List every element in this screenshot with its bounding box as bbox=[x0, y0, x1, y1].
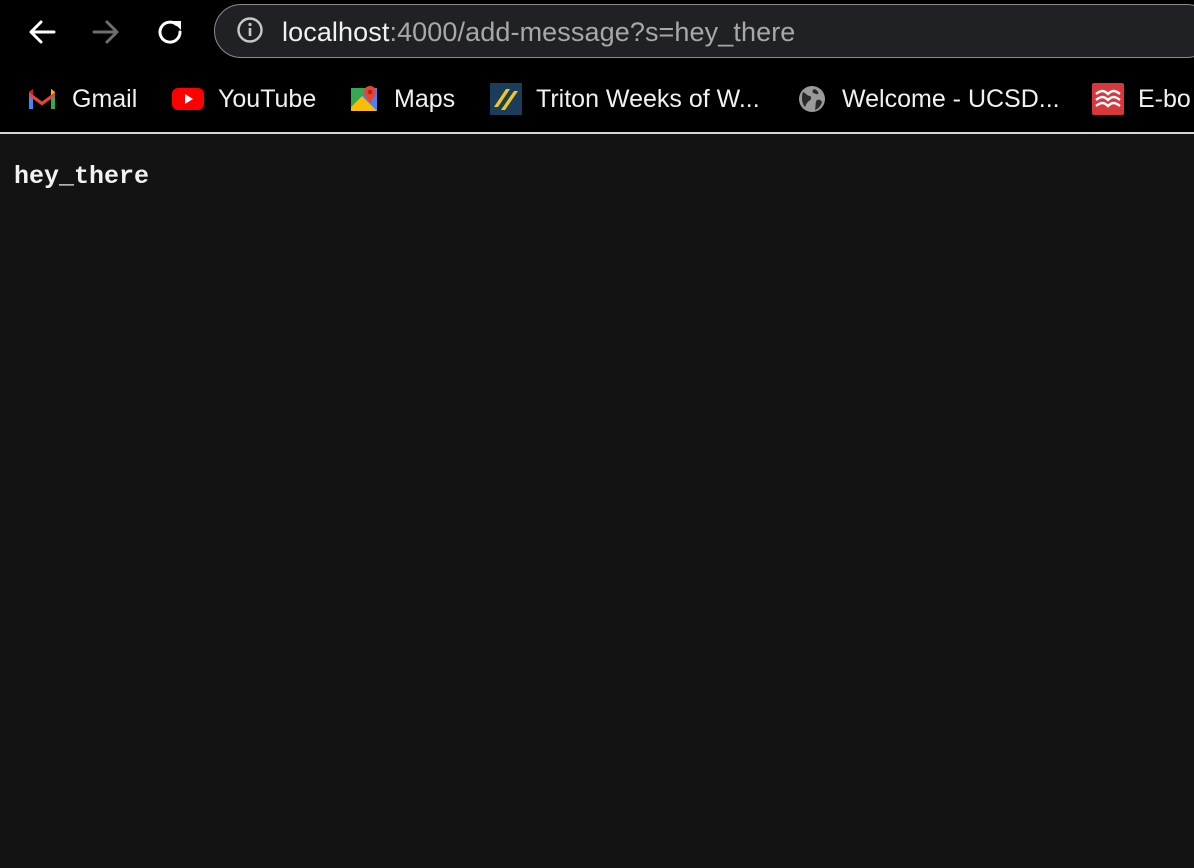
site-info-button[interactable] bbox=[235, 16, 265, 49]
browser-toolbar: localhost:4000/add-message?s=hey_there bbox=[0, 0, 1194, 64]
bookmark-ebook[interactable]: E-bo bbox=[1092, 82, 1191, 116]
bookmark-label: E-bo bbox=[1138, 84, 1191, 113]
reload-icon bbox=[155, 17, 185, 47]
bookmark-youtube[interactable]: YouTube bbox=[172, 82, 316, 116]
url-host: localhost bbox=[282, 17, 390, 47]
bookmark-label: Maps bbox=[394, 84, 456, 113]
maps-icon bbox=[348, 83, 380, 115]
youtube-icon bbox=[172, 83, 204, 115]
globe-icon bbox=[796, 83, 828, 115]
bookmark-welcome-ucsd[interactable]: Welcome - UCSD... bbox=[796, 82, 1060, 116]
gmail-icon bbox=[26, 83, 58, 115]
info-icon bbox=[236, 16, 264, 49]
page-content: hey_there bbox=[0, 134, 1194, 868]
bookmark-label: Welcome - UCSD... bbox=[842, 84, 1060, 113]
url-path: :4000/add-message?s=hey_there bbox=[389, 17, 796, 47]
reload-button[interactable] bbox=[150, 12, 190, 52]
bookmark-gmail[interactable]: Gmail bbox=[26, 82, 137, 116]
bookmark-label: Gmail bbox=[72, 84, 138, 113]
forward-button[interactable] bbox=[86, 12, 126, 52]
ebook-icon bbox=[1092, 83, 1124, 115]
arrow-right-icon bbox=[91, 18, 121, 46]
bookmark-label: Triton Weeks of W... bbox=[536, 84, 760, 113]
address-bar[interactable]: localhost:4000/add-message?s=hey_there bbox=[214, 4, 1194, 58]
url-text[interactable]: localhost:4000/add-message?s=hey_there bbox=[282, 16, 795, 48]
bookmarks-bar: Gmail YouTube Maps Triton Weeks of W... … bbox=[0, 66, 1194, 132]
arrow-left-icon bbox=[27, 18, 57, 46]
bookmark-triton-weeks[interactable]: Triton Weeks of W... bbox=[490, 82, 760, 116]
bookmark-label: YouTube bbox=[218, 84, 317, 113]
bookmark-maps[interactable]: Maps bbox=[348, 82, 455, 116]
browser-chrome: localhost:4000/add-message?s=hey_there G… bbox=[0, 0, 1194, 132]
triton-icon bbox=[490, 83, 522, 115]
back-button[interactable] bbox=[22, 12, 62, 52]
message-text: hey_there bbox=[14, 162, 150, 191]
